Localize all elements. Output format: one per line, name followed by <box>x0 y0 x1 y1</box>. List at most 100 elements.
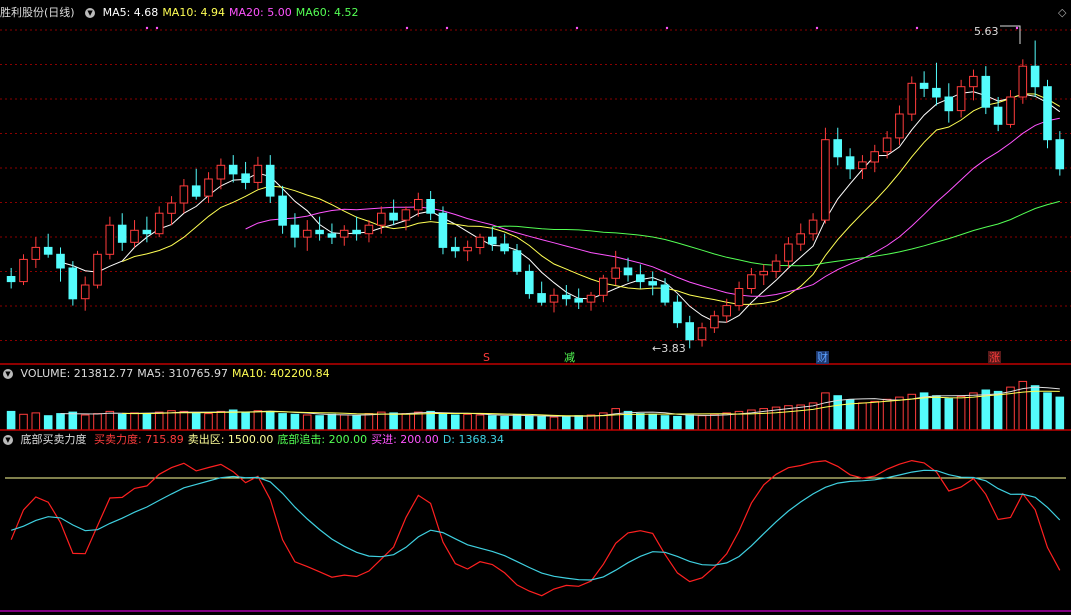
candle-body <box>130 229 139 243</box>
candle-body <box>932 87 941 98</box>
candle <box>562 285 571 306</box>
volume-bar <box>414 411 423 431</box>
candle-body <box>142 229 152 235</box>
volume-bar <box>956 395 966 431</box>
signal-dot <box>405 26 409 30</box>
volume-bar <box>253 410 263 431</box>
candle-body <box>1018 65 1028 98</box>
indicator-legend: 买卖力度: 715.89 卖出区: 1500.00 底部追击: 200.00 买进: … <box>94 433 508 446</box>
candle <box>623 257 633 282</box>
candle-body <box>414 199 423 211</box>
marker-finance[interactable]: 财 <box>816 351 829 364</box>
collapse-icon[interactable]: ▼ <box>3 435 13 445</box>
volume-bar <box>191 412 201 431</box>
signal-dot <box>665 26 669 30</box>
candle <box>747 267 756 294</box>
volume-bar <box>179 410 189 431</box>
volume-bar <box>117 413 127 431</box>
volume-bar <box>68 411 78 431</box>
candle <box>1055 131 1065 176</box>
candle-body <box>956 86 966 112</box>
volume-bar <box>364 413 374 431</box>
volume-bar <box>6 410 16 431</box>
candle-body <box>1030 65 1040 88</box>
candle <box>981 66 991 115</box>
signal-dot <box>155 26 159 30</box>
indicator-legend-item: 卖出区: 1500.00 <box>187 433 274 446</box>
candle <box>648 271 658 296</box>
candle-body <box>919 82 929 89</box>
volume-bars <box>6 380 1065 431</box>
candle <box>1043 79 1052 149</box>
volume-bar <box>1043 392 1052 431</box>
candle <box>636 264 645 289</box>
candle-body <box>537 293 546 303</box>
volume-bar <box>389 412 398 431</box>
candle-body <box>179 185 189 204</box>
candle-body <box>426 199 435 214</box>
candle <box>512 244 522 275</box>
candle <box>142 216 152 243</box>
candle-body <box>549 294 559 303</box>
volume-bar <box>290 413 300 431</box>
candle-body <box>167 202 176 214</box>
candle-body <box>525 270 534 295</box>
volume-bar <box>648 413 658 431</box>
candle <box>327 223 337 245</box>
candle <box>167 196 176 226</box>
signal-dot <box>445 26 449 30</box>
candle <box>105 216 115 260</box>
candle <box>525 264 534 299</box>
volume-bar <box>475 414 485 431</box>
volume-bar <box>56 413 65 431</box>
price-legend: MA5: 4.68 MA10: 4.94 MA20: 5.00 MA60: 4.52 <box>103 6 363 19</box>
candle <box>253 156 263 190</box>
candle <box>895 105 904 145</box>
volume-ma10-line <box>122 390 1060 417</box>
candle-body <box>1055 139 1065 170</box>
candle-body <box>969 75 978 88</box>
candle-body <box>302 229 312 238</box>
volume-bar <box>142 413 152 431</box>
candle-body <box>68 267 78 300</box>
volume-bar <box>19 413 28 431</box>
volume-bar <box>451 414 460 431</box>
candle <box>179 179 189 214</box>
marker-reduce[interactable]: 减 <box>564 351 575 364</box>
candle-body <box>784 243 793 262</box>
candle <box>660 278 670 306</box>
volume-bar <box>1055 396 1065 431</box>
candle <box>821 127 830 224</box>
candle <box>117 213 127 251</box>
volume-header: ▼ VOLUME: 213812.77 MA5: 310765.97 MA10: 4… <box>0 366 338 382</box>
collapse-icon[interactable]: ▼ <box>85 8 96 18</box>
signal-dot <box>915 26 919 30</box>
indicator-legend-item: 买进: 200.00 <box>371 433 439 446</box>
collapse-icon[interactable]: ▼ <box>3 369 13 379</box>
marker-s[interactable]: S <box>483 351 490 364</box>
candle-body <box>204 178 213 197</box>
candle-body <box>981 75 991 108</box>
candle-body <box>488 236 497 245</box>
candle-body <box>93 253 102 286</box>
candle-body <box>80 284 90 300</box>
candle <box>389 199 398 226</box>
indicator-legend-item: 买卖力度: 715.89 <box>94 433 184 446</box>
stock-title: 胜利股份(日线) <box>0 6 75 19</box>
candle-body <box>673 301 682 324</box>
diamond-icon[interactable]: ◇ <box>1058 6 1066 19</box>
volume-bar <box>80 414 90 431</box>
volume-bar <box>315 415 324 431</box>
volume-bar <box>377 411 386 431</box>
marker-rise[interactable]: 涨 <box>988 351 1001 364</box>
candle-body <box>759 270 769 276</box>
candlestick-series <box>6 40 1065 349</box>
candle-body <box>697 327 707 341</box>
candle <box>944 83 954 123</box>
candle-body <box>6 276 16 283</box>
volume-bar <box>673 415 682 431</box>
volume-bar <box>549 416 559 431</box>
candle-body <box>611 267 621 279</box>
candle <box>858 155 867 180</box>
candle-body <box>808 219 818 235</box>
